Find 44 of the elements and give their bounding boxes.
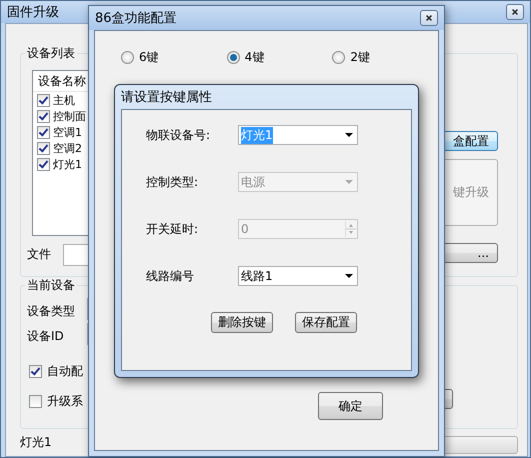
radio-button[interactable] bbox=[121, 51, 134, 64]
device-name: 控制面 bbox=[53, 108, 86, 124]
radio-button[interactable] bbox=[226, 51, 240, 64]
spinner-arrows-icon bbox=[345, 221, 356, 237]
close-button[interactable] bbox=[506, 4, 524, 20]
checkbox[interactable] bbox=[37, 94, 50, 106]
checkbox[interactable] bbox=[29, 395, 42, 408]
window-title: 固件升级 bbox=[7, 4, 59, 21]
radio-button[interactable] bbox=[332, 51, 346, 64]
field-label: 线路编号 bbox=[146, 268, 195, 284]
field-label: 开关延时: bbox=[146, 220, 200, 238]
close-icon bbox=[511, 8, 519, 16]
close-button[interactable] bbox=[420, 10, 438, 26]
group-title: 设备列表 bbox=[25, 45, 77, 62]
checkbox[interactable] bbox=[37, 158, 50, 170]
field-label: 物联设备号: bbox=[146, 126, 212, 144]
ok-button[interactable]: 确定 bbox=[318, 392, 383, 420]
status-text: 灯光1 bbox=[20, 434, 52, 451]
field-label: 设备ID bbox=[27, 328, 64, 345]
radio-label: 2键 bbox=[350, 49, 370, 66]
device-name: 主机 bbox=[53, 92, 75, 108]
checkbox[interactable] bbox=[37, 126, 50, 138]
field-label: 控制类型: bbox=[146, 174, 200, 190]
dialog-button[interactable]: 删除按键 bbox=[211, 312, 273, 333]
dialog-button[interactable]: 保存配置 bbox=[295, 312, 357, 333]
dropdown[interactable]: 线路1 bbox=[238, 266, 358, 286]
checkbox-label: 自动配 bbox=[47, 363, 83, 380]
device-name: 灯光1 bbox=[53, 156, 82, 172]
device-name: 空调2 bbox=[53, 140, 82, 156]
dropdown-arrow-icon bbox=[345, 133, 353, 137]
checkbox[interactable] bbox=[37, 142, 50, 154]
checkbox[interactable] bbox=[29, 365, 42, 378]
device-name: 空调1 bbox=[53, 124, 82, 140]
dialog-title: 请设置按键属性 bbox=[121, 89, 212, 106]
checkbox[interactable] bbox=[37, 110, 50, 122]
close-icon bbox=[425, 14, 433, 22]
radio-label: 6键 bbox=[139, 49, 159, 66]
dialog-title: 86盒功能配置 bbox=[95, 10, 177, 27]
dropdown-arrow-icon bbox=[345, 274, 353, 278]
checkbox-label: 升级系 bbox=[47, 393, 83, 410]
dropdown-arrow-icon bbox=[345, 180, 353, 184]
radio-label: 4键 bbox=[244, 49, 264, 66]
file-label: 文件 bbox=[27, 246, 51, 263]
field-label: 设备类型 bbox=[27, 303, 75, 320]
